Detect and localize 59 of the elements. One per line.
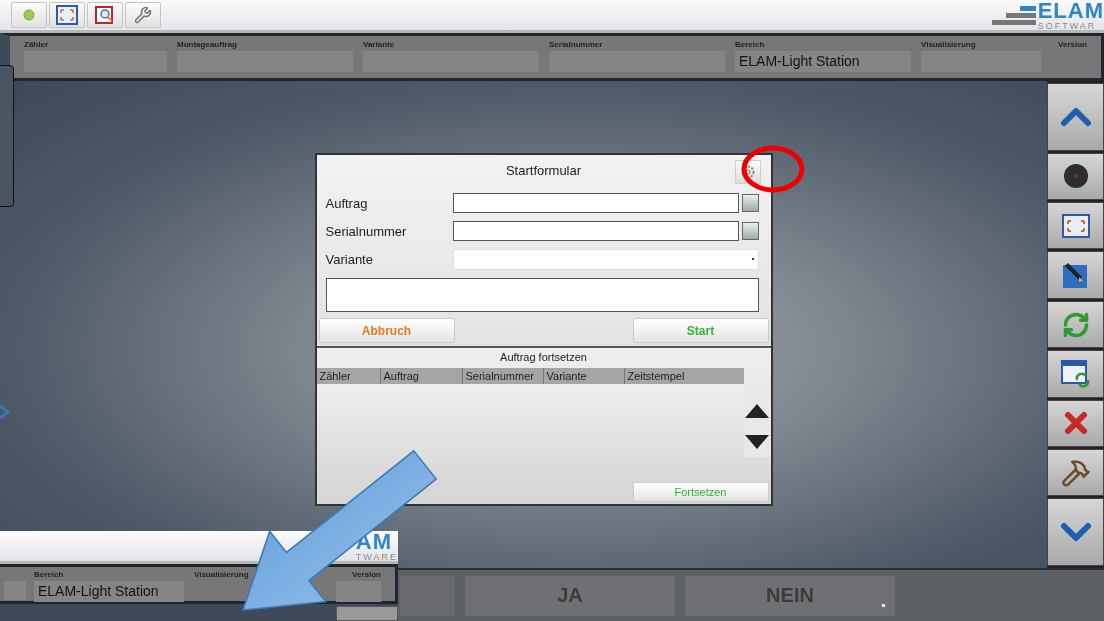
sidebar-button[interactable]	[1047, 498, 1104, 567]
sidebar-button[interactable]	[1047, 448, 1104, 497]
message-field[interactable]	[325, 278, 759, 312]
wrench-icon	[134, 6, 152, 24]
info-label: Montageauftrag	[177, 40, 237, 49]
scroll-down-icon[interactable]	[745, 435, 769, 449]
dialog-title: Startformular	[505, 162, 582, 178]
field-label: Auftrag	[325, 195, 369, 211]
pen-icon	[1061, 261, 1090, 290]
info-value-field	[4, 581, 26, 600]
window-icon	[56, 5, 78, 25]
logo-bars-icon	[991, 4, 1036, 26]
search-button[interactable]	[87, 2, 123, 28]
input-field[interactable]	[453, 221, 739, 241]
select-field[interactable]	[452, 248, 759, 270]
info-label: Serialnummer	[549, 40, 603, 49]
info-label: Bereich	[735, 40, 765, 49]
answer-button[interactable]: NEIN	[685, 575, 895, 616]
info-value-field: ELAM-Light Station	[735, 51, 911, 72]
logo-tagline: SOFTWAR	[1037, 21, 1098, 31]
info-label: Bereich	[34, 570, 64, 579]
column-header: Zähler	[318, 369, 352, 384]
scroll-up-icon[interactable]	[745, 404, 769, 418]
sidebar-button[interactable]	[1047, 251, 1104, 299]
info-label: Visualisierung	[194, 570, 249, 579]
highlight-circle	[741, 145, 805, 193]
field-label: Serialnummer	[325, 223, 408, 239]
info-label: Version	[1058, 40, 1087, 49]
info-label: Version	[352, 570, 381, 579]
start-button[interactable]: Start	[632, 318, 769, 343]
logo-tagline: TWARE	[355, 552, 398, 562]
field-label: Variante	[325, 251, 374, 267]
info-label: Zähler	[24, 40, 48, 49]
info-label: Visualisierung	[921, 40, 976, 49]
section-title: Auftrag fortsetzen	[500, 351, 587, 363]
window-icon	[1061, 213, 1090, 238]
arrow-tip-icon	[0, 404, 11, 420]
input-field[interactable]	[453, 193, 739, 213]
book-search-icon	[94, 5, 116, 25]
cancel-button[interactable]: Abbruch	[318, 318, 455, 343]
info-value-field	[336, 581, 381, 602]
info-label: Variante	[363, 40, 395, 49]
sidebar-button[interactable]	[1047, 350, 1104, 398]
sidebar-button[interactable]	[1047, 399, 1104, 447]
info-value-field: ELAM-Light Station	[34, 581, 184, 602]
fullscreen-button[interactable]	[49, 2, 85, 28]
tab-button[interactable]	[336, 606, 398, 621]
refresh-icon	[1061, 310, 1090, 339]
status-dot-icon	[23, 9, 35, 21]
dial-icon	[1062, 163, 1089, 190]
sidebar-button[interactable]	[1047, 83, 1104, 151]
sidebar-button[interactable]	[1047, 202, 1104, 250]
logo-text: ELAM	[1037, 0, 1104, 22]
sidebar-button[interactable]	[1047, 152, 1104, 201]
settings-button[interactable]	[125, 2, 161, 28]
keyboard-button[interactable]	[741, 194, 759, 212]
resume-button[interactable]: Fortsetzen	[632, 482, 769, 502]
keyboard-button[interactable]	[741, 222, 759, 240]
sidebar-button[interactable]	[1047, 300, 1104, 349]
